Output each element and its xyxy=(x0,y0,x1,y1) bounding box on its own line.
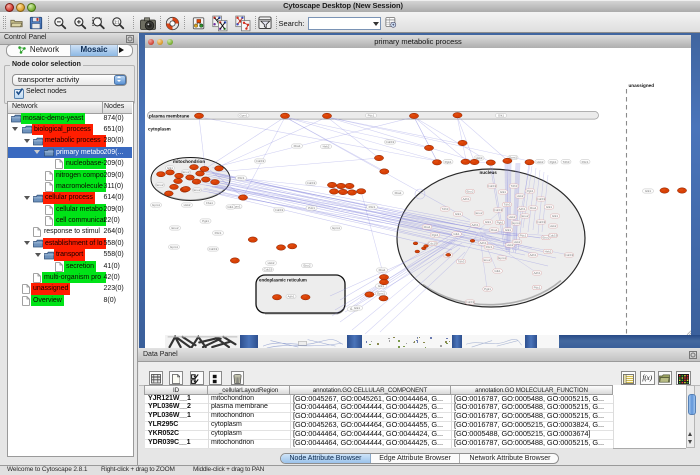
svg-text:Eno2: Eno2 xyxy=(182,170,189,174)
svg-text:Adh1: Adh1 xyxy=(287,295,294,299)
svg-text:Glk1: Glk1 xyxy=(498,114,505,118)
svg-text:mitochondrion: mitochondrion xyxy=(173,159,205,164)
svg-text:Adh1: Adh1 xyxy=(471,223,478,227)
svg-text:Glk1: Glk1 xyxy=(645,189,652,193)
svg-text:Fba1: Fba1 xyxy=(206,201,213,205)
svg-text:Pdc1: Pdc1 xyxy=(368,114,375,118)
svg-text:Pdc1: Pdc1 xyxy=(308,206,315,210)
svg-text:Cdc19: Cdc19 xyxy=(256,159,265,163)
svg-text:Cdc19: Cdc19 xyxy=(488,184,497,188)
svg-text:Glk1: Glk1 xyxy=(500,190,507,194)
svg-text:Pgk1: Pgk1 xyxy=(432,233,439,237)
svg-text:Pgk1: Pgk1 xyxy=(445,160,452,164)
svg-text:Tdh3: Tdh3 xyxy=(504,203,511,207)
svg-text:Cdc19: Cdc19 xyxy=(549,234,558,238)
svg-text:Gpm1: Gpm1 xyxy=(152,203,161,207)
svg-text:Glk1: Glk1 xyxy=(453,232,460,236)
svg-text:Eno2: Eno2 xyxy=(483,258,490,262)
svg-text:Tdh3: Tdh3 xyxy=(511,184,518,188)
svg-text:Cdc19: Cdc19 xyxy=(209,247,218,251)
svg-text:Pdc1: Pdc1 xyxy=(215,231,222,235)
svg-text:Adh1: Adh1 xyxy=(518,207,525,211)
svg-text:Hxk2: Hxk2 xyxy=(323,145,330,149)
svg-text:Adh1: Adh1 xyxy=(529,253,536,257)
svg-text:Glk1: Glk1 xyxy=(455,212,462,216)
svg-text:Fba1: Fba1 xyxy=(294,144,301,148)
svg-text:Fba1: Fba1 xyxy=(379,268,386,272)
svg-text:Cdc19: Cdc19 xyxy=(466,300,475,304)
svg-text:Glk1: Glk1 xyxy=(354,306,361,310)
svg-text:Glk1: Glk1 xyxy=(485,220,492,224)
svg-text:Fba1: Fba1 xyxy=(424,225,431,229)
svg-text:Tdh3: Tdh3 xyxy=(442,207,449,211)
svg-text:Cdc19: Cdc19 xyxy=(428,242,437,246)
svg-text:Gpm1: Gpm1 xyxy=(377,292,386,296)
svg-text:Hxk2: Hxk2 xyxy=(537,160,544,164)
svg-text:Pdc1: Pdc1 xyxy=(238,176,245,180)
svg-text:Fba1: Fba1 xyxy=(491,228,498,232)
svg-text:Glk1: Glk1 xyxy=(494,269,501,273)
svg-text:Cdc19: Cdc19 xyxy=(386,140,395,144)
svg-text:Pgk1: Pgk1 xyxy=(484,287,491,291)
svg-text:Pdc1: Pdc1 xyxy=(534,286,541,290)
svg-text:Cdc19: Cdc19 xyxy=(565,253,574,257)
svg-text:Pdc1: Pdc1 xyxy=(369,205,376,209)
svg-text:Glk1: Glk1 xyxy=(227,205,234,209)
svg-text:Adh1: Adh1 xyxy=(462,197,469,201)
svg-text:endoplasmic reticulum: endoplasmic reticulum xyxy=(259,278,307,283)
svg-text:Cdc19: Cdc19 xyxy=(264,268,273,272)
svg-text:Hxk2: Hxk2 xyxy=(184,203,191,207)
svg-text:Pgk1: Pgk1 xyxy=(550,160,557,164)
svg-text:Pgk1: Pgk1 xyxy=(497,221,504,225)
svg-text:Gpm1: Gpm1 xyxy=(239,114,248,118)
svg-text:Pdc1: Pdc1 xyxy=(582,160,589,164)
svg-text:Eno2: Eno2 xyxy=(475,211,482,215)
svg-text:Hxk2: Hxk2 xyxy=(509,215,516,219)
svg-text:Eno2: Eno2 xyxy=(521,214,528,218)
svg-text:Cdc19: Cdc19 xyxy=(494,208,503,212)
svg-text:Cdc19: Cdc19 xyxy=(307,181,316,185)
svg-text:unassigned: unassigned xyxy=(629,83,655,88)
svg-text:Eno2: Eno2 xyxy=(466,190,473,194)
svg-text:1:1: 1:1 xyxy=(114,20,120,25)
svg-text:Hxk2: Hxk2 xyxy=(545,250,552,254)
svg-text:Pdc1: Pdc1 xyxy=(520,234,527,238)
svg-text:Tdh3: Tdh3 xyxy=(563,160,570,164)
svg-text:Hxk2: Hxk2 xyxy=(550,224,557,228)
svg-text:Cdc19: Cdc19 xyxy=(275,208,284,212)
svg-text:Hxk2: Hxk2 xyxy=(514,240,521,244)
svg-text:Gpm1: Gpm1 xyxy=(512,221,521,225)
svg-text:Glk1: Glk1 xyxy=(505,228,512,232)
svg-text:Eno2: Eno2 xyxy=(303,264,310,268)
svg-text:Gpm1: Gpm1 xyxy=(170,245,179,249)
svg-text:Cdc19: Cdc19 xyxy=(537,220,546,224)
svg-text:nucleus: nucleus xyxy=(480,170,498,175)
svg-text:Cdc19: Cdc19 xyxy=(537,197,546,201)
svg-text:Hxk2: Hxk2 xyxy=(517,194,524,198)
svg-text:Pgk1: Pgk1 xyxy=(527,189,534,193)
svg-text:cytoplasm: cytoplasm xyxy=(148,127,171,132)
svg-text:Adh1: Adh1 xyxy=(533,271,540,275)
svg-text:Hxk2: Hxk2 xyxy=(268,261,275,265)
svg-text:Eno2: Eno2 xyxy=(193,188,200,192)
svg-text:Gpm1: Gpm1 xyxy=(332,226,341,230)
svg-text:Gpm1: Gpm1 xyxy=(498,256,507,260)
svg-text:plasma membrane: plasma membrane xyxy=(149,114,190,119)
svg-text:Eno2: Eno2 xyxy=(171,226,178,230)
svg-text:Pgk1: Pgk1 xyxy=(202,219,209,223)
svg-text:Pdc1: Pdc1 xyxy=(486,245,493,249)
svg-text:Fba1: Fba1 xyxy=(395,191,402,195)
svg-text:Glk1: Glk1 xyxy=(546,205,553,209)
svg-text:Glk1: Glk1 xyxy=(552,214,559,218)
svg-text:Eno2: Eno2 xyxy=(156,183,163,187)
svg-text:Fba1: Fba1 xyxy=(530,206,537,210)
svg-text:Tdh3: Tdh3 xyxy=(458,260,465,264)
